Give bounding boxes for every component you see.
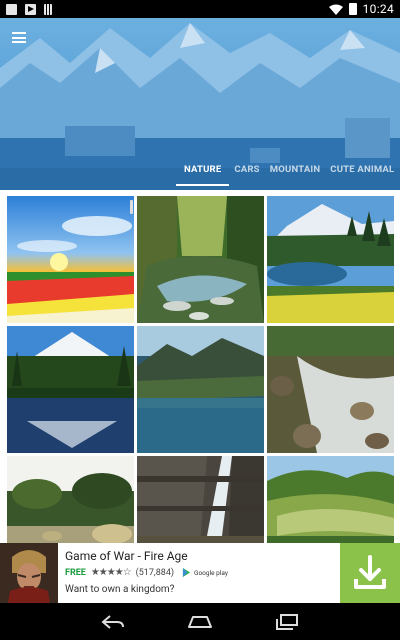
ad-rating-stars: ★★★★☆	[90, 567, 132, 578]
ad-download-button[interactable]	[340, 543, 400, 603]
wallpaper-tile-canyon-waterfall[interactable]	[137, 456, 264, 543]
ad-price: FREE	[65, 567, 86, 578]
recents-button[interactable]	[273, 612, 301, 632]
hamburger-menu-icon	[12, 32, 26, 34]
tab-cars[interactable]: CARS	[229, 164, 264, 186]
download-icon	[354, 555, 386, 589]
tab-nature[interactable]: NATURE	[176, 164, 230, 186]
google-play-badge: Google play	[182, 568, 228, 577]
wallpaper-grid	[0, 190, 400, 543]
wallpaper-tile-mountain-reflection-lake[interactable]	[7, 326, 134, 453]
youtube-notification-icon	[25, 3, 36, 15]
image-notification-icon	[6, 3, 17, 15]
back-button[interactable]	[99, 612, 127, 632]
wallpaper-tile-forest-stream[interactable]	[137, 196, 264, 323]
back-icon	[101, 614, 125, 629]
wifi-icon	[328, 4, 343, 15]
wallpaper-tile-hay-bales-field[interactable]	[7, 456, 134, 543]
ad-rating-count: (517,884)	[135, 567, 175, 578]
tab-cute-animal[interactable]: CUTE ANIMAL	[325, 164, 399, 186]
header-banner: NATURE CARS MOUNTAIN CUTE ANIMAL	[0, 18, 400, 190]
ad-app-icon[interactable]	[0, 543, 58, 603]
home-icon	[187, 615, 212, 628]
google-play-label: Google play	[194, 568, 228, 577]
wallpaper-tile-rocky-stream[interactable]	[267, 326, 394, 453]
home-button[interactable]	[186, 612, 214, 632]
category-tabs: NATURE CARS MOUNTAIN CUTE ANIMAL	[176, 164, 399, 186]
menu-button[interactable]	[12, 32, 26, 43]
grid-scrollbar[interactable]	[130, 200, 133, 214]
system-nav-bar	[0, 603, 400, 640]
sd-card-icon	[44, 3, 52, 15]
wallpaper-tile-snowy-peak-lake[interactable]	[267, 196, 394, 323]
recents-icon	[275, 613, 298, 630]
wallpaper-tile-green-hills-valley[interactable]	[267, 456, 394, 543]
battery-icon	[348, 3, 357, 15]
status-bar: 10:24	[0, 0, 400, 18]
ad-description: Want to own a kingdom?	[65, 584, 175, 595]
wallpaper-tile-valley-river[interactable]	[137, 326, 264, 453]
ad-title: Game of War - Fire Age	[65, 549, 188, 563]
clock: 10:24	[362, 2, 394, 16]
tab-mountain[interactable]: MOUNTAIN	[265, 164, 326, 186]
app-screen: 10:24 NATURE CARS MOUNTAIN CUTE ANIMAL G…	[0, 0, 400, 640]
google-play-icon	[182, 568, 191, 577]
wallpaper-tile-sunset-flower-field[interactable]	[7, 196, 134, 323]
ad-banner[interactable]: Game of War - Fire Age FREE ★★★★☆ (517,8…	[0, 543, 400, 603]
